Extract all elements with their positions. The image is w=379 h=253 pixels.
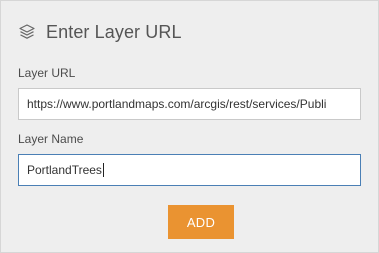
layer-name-label: Layer Name (18, 132, 84, 146)
dialog-title: Enter Layer URL (46, 21, 182, 42)
enter-layer-url-panel: Enter Layer URL Layer URL https://www.po… (0, 0, 379, 253)
text-cursor (102, 163, 104, 177)
add-button[interactable]: ADD (168, 205, 234, 239)
layer-url-input[interactable]: https://www.portlandmaps.com/arcgis/rest… (18, 88, 361, 120)
panel-header: Enter Layer URL (18, 20, 182, 44)
layer-name-value: PortlandTrees (27, 163, 102, 177)
add-button-label: ADD (186, 214, 216, 230)
layers-icon (18, 23, 36, 41)
layer-url-label: Layer URL (18, 66, 76, 80)
layer-name-input[interactable]: PortlandTrees (18, 154, 361, 186)
layer-url-value: https://www.portlandmaps.com/arcgis/rest… (27, 97, 327, 111)
